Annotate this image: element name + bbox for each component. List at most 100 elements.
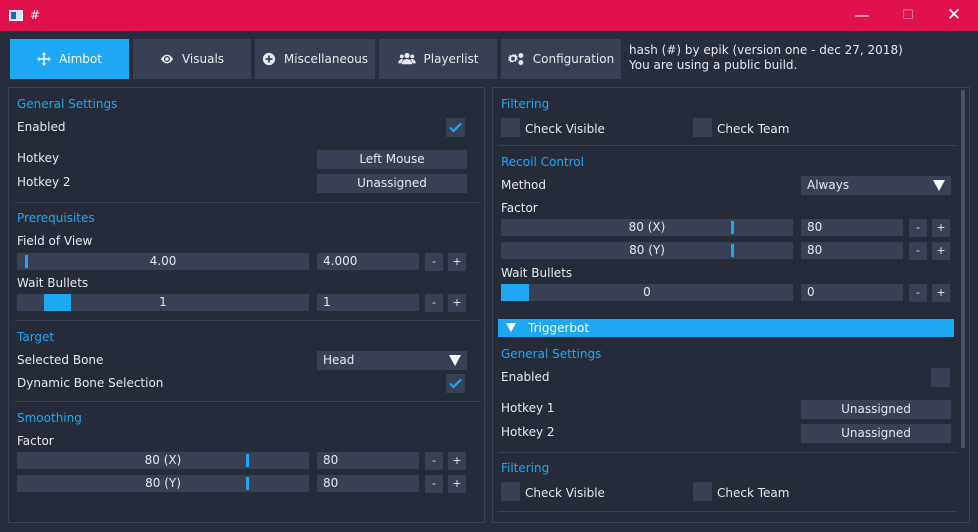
section-triggerbot-general-settings: General Settings [501,347,602,361]
rcs-factor-label: Factor [501,201,538,215]
tb-hotkey2-label: Hotkey 2 [501,425,555,439]
crosshair-icon [37,52,52,66]
tb-hotkey1-button[interactable]: Unassigned [801,400,951,419]
scrollbar[interactable] [961,90,965,448]
check-visible-checkbox[interactable] [501,118,520,137]
section-filtering: Filtering [501,97,550,111]
check-icon [449,122,462,133]
build-info: hash (#) by epik (version one - dec 27, … [629,43,903,57]
rcs-factor-x-decrement-button[interactable]: - [909,219,927,237]
enabled-label: Enabled [17,120,66,134]
tb-check-team-checkbox[interactable] [693,482,712,501]
rcs-factor-y-increment-button[interactable]: + [932,242,950,260]
factor-x-slider[interactable]: 80 (X) [17,452,309,469]
rcs-wait-bullets-input[interactable]: 0 [801,284,903,301]
fov-label: Field of View [17,234,93,248]
selected-bone-dropdown[interactable]: Head [317,351,467,370]
rcs-wait-bullets-increment-button[interactable]: + [932,284,950,302]
tab-aimbot[interactable]: Aimbot [10,39,129,79]
tab-playerlist[interactable]: Playerlist [379,39,497,79]
method-dropdown[interactable]: Always [801,176,951,195]
section-prerequisites: Prerequisites [17,211,95,225]
plus-circle-icon [262,52,276,66]
rcs-wait-bullets-label: Wait Bullets [501,266,573,280]
rcs-wait-bullets-slider-value: 0 [643,285,651,299]
wait-bullets-label: Wait Bullets [17,276,89,290]
method-label: Method [501,178,547,192]
factor-y-input[interactable]: 80 [317,475,419,492]
rcs-factor-x-slider-value: 80 (X) [628,220,666,234]
divider [15,401,481,402]
hotkey2-label: Hotkey 2 [17,175,71,189]
factor-y-slider-value: 80 (Y) [145,476,181,490]
tb-check-team-label: Check Team [717,486,790,500]
fov-decrement-button[interactable]: - [425,253,443,271]
check-team-checkbox[interactable] [693,118,712,137]
check-team-label: Check Team [717,122,790,136]
fov-slider[interactable]: 4.00 [17,253,309,270]
rcs-wait-bullets-slider[interactable]: 0 [501,284,793,301]
rcs-factor-x-input[interactable]: 80 [801,219,903,236]
wait-bullets-decrement-button[interactable]: - [425,294,443,312]
section-triggerbot-filtering: Filtering [501,461,550,475]
window-title: # [30,8,41,22]
wait-bullets-slider[interactable]: 1 [17,294,309,311]
check-visible-label: Check Visible [525,122,605,136]
factor-y-decrement-button[interactable]: - [425,475,443,493]
triggerbot-collapsible-header[interactable]: Triggerbot [498,319,954,337]
tb-check-visible-label: Check Visible [525,486,605,500]
factor-x-decrement-button[interactable]: - [425,452,443,470]
section-recoil-control: Recoil Control [501,155,584,169]
users-icon [397,52,416,65]
close-button[interactable]: ✕ [934,4,974,27]
tb-enabled-checkbox[interactable] [931,368,950,387]
rcs-factor-y-slider[interactable]: 80 (Y) [501,242,793,259]
factor-x-increment-button[interactable]: + [448,452,466,470]
divider [498,511,956,512]
tab-miscellaneous[interactable]: Miscellaneous [255,39,375,79]
check-icon [449,378,462,389]
section-general-settings: General Settings [17,97,118,111]
title-bar [0,0,978,31]
dropdown-arrow-icon [449,355,461,366]
fov-increment-button[interactable]: + [448,253,466,271]
dynamic-bone-label: Dynamic Bone Selection [17,376,164,390]
section-target: Target [17,330,55,344]
tab-label: Playerlist [423,52,479,66]
hotkey2-button[interactable]: Unassigned [317,174,467,193]
divider [15,320,481,321]
fov-input[interactable]: 4.000 [317,253,419,270]
tb-hotkey2-button[interactable]: Unassigned [801,424,951,443]
settings-panel-right [492,87,970,523]
tab-label: Visuals [181,52,225,66]
divider [15,202,481,203]
rcs-factor-y-input[interactable]: 80 [801,242,903,259]
wait-bullets-input[interactable]: 1 [317,294,419,311]
minimize-button[interactable]: — [842,4,882,27]
tab-configuration[interactable]: Configuration [501,39,621,79]
rcs-factor-x-increment-button[interactable]: + [932,219,950,237]
enabled-checkbox[interactable] [446,118,465,137]
hotkey-button[interactable]: Left Mouse [317,150,467,169]
factor-y-increment-button[interactable]: + [448,475,466,493]
rcs-factor-x-slider[interactable]: 80 (X) [501,219,793,236]
tb-hotkey1-label: Hotkey 1 [501,401,555,415]
dropdown-arrow-icon [933,180,945,191]
hotkey-label: Hotkey [17,151,60,165]
maximize-button[interactable]: ☐ [888,4,928,27]
wait-bullets-increment-button[interactable]: + [448,294,466,312]
build-status: You are using a public build. [629,58,798,72]
rcs-factor-y-decrement-button[interactable]: - [909,242,927,260]
factor-y-slider[interactable]: 80 (Y) [17,475,309,492]
factor-x-input[interactable]: 80 [317,452,419,469]
tab-label: Aimbot [59,52,102,66]
tab-label: Miscellaneous [283,52,369,66]
tab-label: Configuration [532,52,615,66]
factor-label: Factor [17,434,54,448]
tab-visuals[interactable]: Visuals [133,39,251,79]
wait-bullets-slider-value: 1 [159,295,167,309]
tb-check-visible-checkbox[interactable] [501,482,520,501]
tb-enabled-label: Enabled [501,370,550,384]
rcs-wait-bullets-decrement-button[interactable]: - [909,284,927,302]
dynamic-bone-checkbox[interactable] [446,374,465,393]
